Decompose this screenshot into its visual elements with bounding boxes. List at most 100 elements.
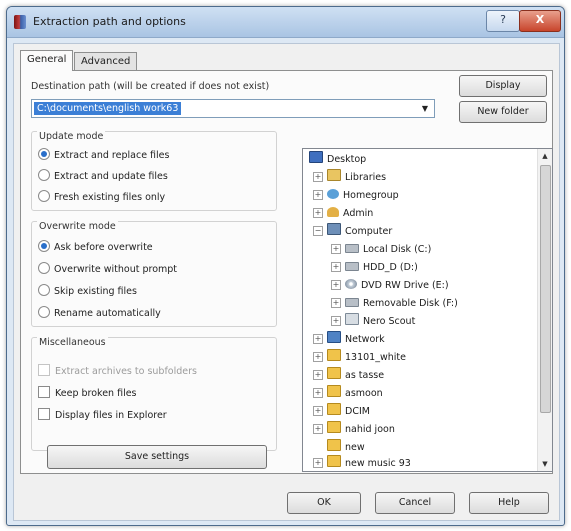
tree-item-folder[interactable]: + nahid joon xyxy=(313,421,395,439)
tab-advanced[interactable]: Advanced xyxy=(74,52,138,70)
radio-button[interactable] xyxy=(38,240,50,252)
tree-item-removable-disk[interactable]: + Removable Disk (F:) xyxy=(331,295,458,313)
tree-item-libraries[interactable]: + Libraries xyxy=(313,169,386,187)
expand-icon[interactable]: + xyxy=(313,172,323,182)
tree-item-desktop[interactable]: Desktop xyxy=(309,151,366,169)
folder-icon xyxy=(327,367,341,379)
tree-item-label: 13101_white xyxy=(345,352,406,363)
scroll-thumb[interactable] xyxy=(540,165,551,413)
option-label: Extract and update files xyxy=(54,171,168,182)
checkbox[interactable] xyxy=(38,386,50,398)
radio-button[interactable] xyxy=(38,148,50,160)
tree-item-folder[interactable]: + DCIM xyxy=(313,403,370,421)
overwrite-mode-option[interactable]: Ask before overwrite xyxy=(38,240,153,254)
update-mode-group: Update mode Extract and replace files Ex… xyxy=(31,131,277,211)
tree-item-nero-scout[interactable]: + Nero Scout xyxy=(331,313,415,331)
overwrite-mode-option[interactable]: Rename automatically xyxy=(38,306,161,320)
tree-vertical-scrollbar[interactable]: ▲ ▼ xyxy=(537,149,552,471)
radio-button[interactable] xyxy=(38,169,50,181)
checkbox[interactable] xyxy=(38,408,50,420)
tree-item-folder[interactable]: + new music 93 xyxy=(313,455,411,471)
tab-general[interactable]: General xyxy=(20,50,74,71)
option-label: Extract and replace files xyxy=(54,150,170,161)
tree-item-label: new music 93 xyxy=(345,458,411,469)
dvd-icon xyxy=(345,279,357,289)
tree-item-folder[interactable]: + asmoon xyxy=(313,385,383,403)
tree-item-folder[interactable]: +13101_white xyxy=(313,349,406,367)
tree-item-label: Admin xyxy=(343,208,374,219)
option-label: Extract archives to subfolders xyxy=(55,366,197,377)
update-mode-option[interactable]: Extract and update files xyxy=(38,169,168,183)
cancel-button[interactable]: Cancel xyxy=(375,492,455,514)
disk-icon xyxy=(345,244,359,253)
expand-icon[interactable]: + xyxy=(313,424,323,434)
tree-item-label: Removable Disk (F:) xyxy=(363,298,458,309)
network-icon xyxy=(327,331,341,343)
expand-icon[interactable]: + xyxy=(331,316,341,326)
update-mode-option[interactable]: Fresh existing files only xyxy=(38,190,165,204)
help-button[interactable]: Help xyxy=(469,492,549,514)
expand-icon[interactable]: + xyxy=(313,406,323,416)
folder-icon xyxy=(327,421,341,433)
folder-icon xyxy=(327,439,341,451)
dialog-client-area: General Advanced Destination path (will … xyxy=(13,43,560,521)
radio-button[interactable] xyxy=(38,190,50,202)
misc-option[interactable]: Display files in Explorer xyxy=(38,408,167,422)
option-label: Fresh existing files only xyxy=(54,192,166,203)
folder-tree[interactable]: Desktop + Libraries + Homegroup + Admin − Co… xyxy=(302,148,553,472)
tree-item-label: Nero Scout xyxy=(363,316,416,327)
scroll-down-arrow-icon[interactable]: ▼ xyxy=(538,457,552,471)
checkbox[interactable] xyxy=(38,364,50,376)
ok-button[interactable]: OK xyxy=(287,492,361,514)
tree-item-label: Local Disk (C:) xyxy=(363,244,432,255)
scroll-up-arrow-icon[interactable]: ▲ xyxy=(538,149,552,163)
radio-button[interactable] xyxy=(38,284,50,296)
expand-icon[interactable]: + xyxy=(331,262,341,272)
option-label: Display files in Explorer xyxy=(55,410,167,421)
title-bar[interactable]: Extraction path and options ? X xyxy=(7,7,564,38)
overwrite-mode-option[interactable]: Skip existing files xyxy=(38,284,137,298)
overwrite-mode-option[interactable]: Overwrite without prompt xyxy=(38,262,177,276)
close-button[interactable]: X xyxy=(519,10,561,32)
expand-icon[interactable]: + xyxy=(331,244,341,254)
expand-icon[interactable]: + xyxy=(313,352,323,362)
miscellaneous-title: Miscellaneous xyxy=(37,337,108,348)
radio-button[interactable] xyxy=(38,306,50,318)
radio-button[interactable] xyxy=(38,262,50,274)
destination-path-label: Destination path (will be created if doe… xyxy=(31,81,270,92)
collapse-icon[interactable]: − xyxy=(313,226,323,236)
tree-item-label: Homegroup xyxy=(343,190,399,201)
help-title-button[interactable]: ? xyxy=(486,10,520,32)
destination-path-combobox[interactable]: C:\documents\english work63 ▼ xyxy=(31,99,435,118)
expand-icon[interactable]: + xyxy=(331,280,341,290)
tree-item-network[interactable]: + Network xyxy=(313,331,385,349)
destination-path-value[interactable]: C:\documents\english work63 xyxy=(34,102,182,115)
desktop-icon xyxy=(309,151,323,163)
tree-item-folder[interactable]: + as tasse xyxy=(313,367,384,385)
expand-icon[interactable]: + xyxy=(331,298,341,308)
tree-item-hdd-d[interactable]: + HDD_D (D:) xyxy=(331,259,418,277)
update-mode-option[interactable]: Extract and replace files xyxy=(38,148,169,162)
tree-item-local-disk-c[interactable]: + Local Disk (C:) xyxy=(331,241,431,259)
expand-icon[interactable]: + xyxy=(313,208,323,218)
dropdown-arrow-icon[interactable]: ▼ xyxy=(418,102,432,115)
tree-item-admin[interactable]: + Admin xyxy=(313,205,373,223)
misc-option[interactable]: Keep broken files xyxy=(38,386,137,400)
tree-item-homegroup[interactable]: + Homegroup xyxy=(313,187,399,205)
tree-item-computer[interactable]: − Computer xyxy=(313,223,392,241)
expand-icon[interactable]: + xyxy=(313,388,323,398)
misc-option[interactable]: Extract archives to subfolders xyxy=(38,364,197,378)
tree-item-label: Computer xyxy=(345,226,393,237)
save-settings-button[interactable]: Save settings xyxy=(47,445,267,469)
display-button[interactable]: Display xyxy=(459,75,547,97)
tree-item-dvd-drive[interactable]: + DVD RW Drive (E:) xyxy=(331,277,449,295)
expand-icon[interactable]: + xyxy=(313,334,323,344)
folder-icon xyxy=(327,403,341,415)
expand-icon[interactable]: + xyxy=(313,458,323,468)
update-mode-title: Update mode xyxy=(37,131,106,142)
disk-icon xyxy=(345,262,359,271)
tree-item-label: new xyxy=(345,442,365,453)
new-folder-button[interactable]: New folder xyxy=(459,101,547,123)
expand-icon[interactable]: + xyxy=(313,190,323,200)
expand-icon[interactable]: + xyxy=(313,370,323,380)
